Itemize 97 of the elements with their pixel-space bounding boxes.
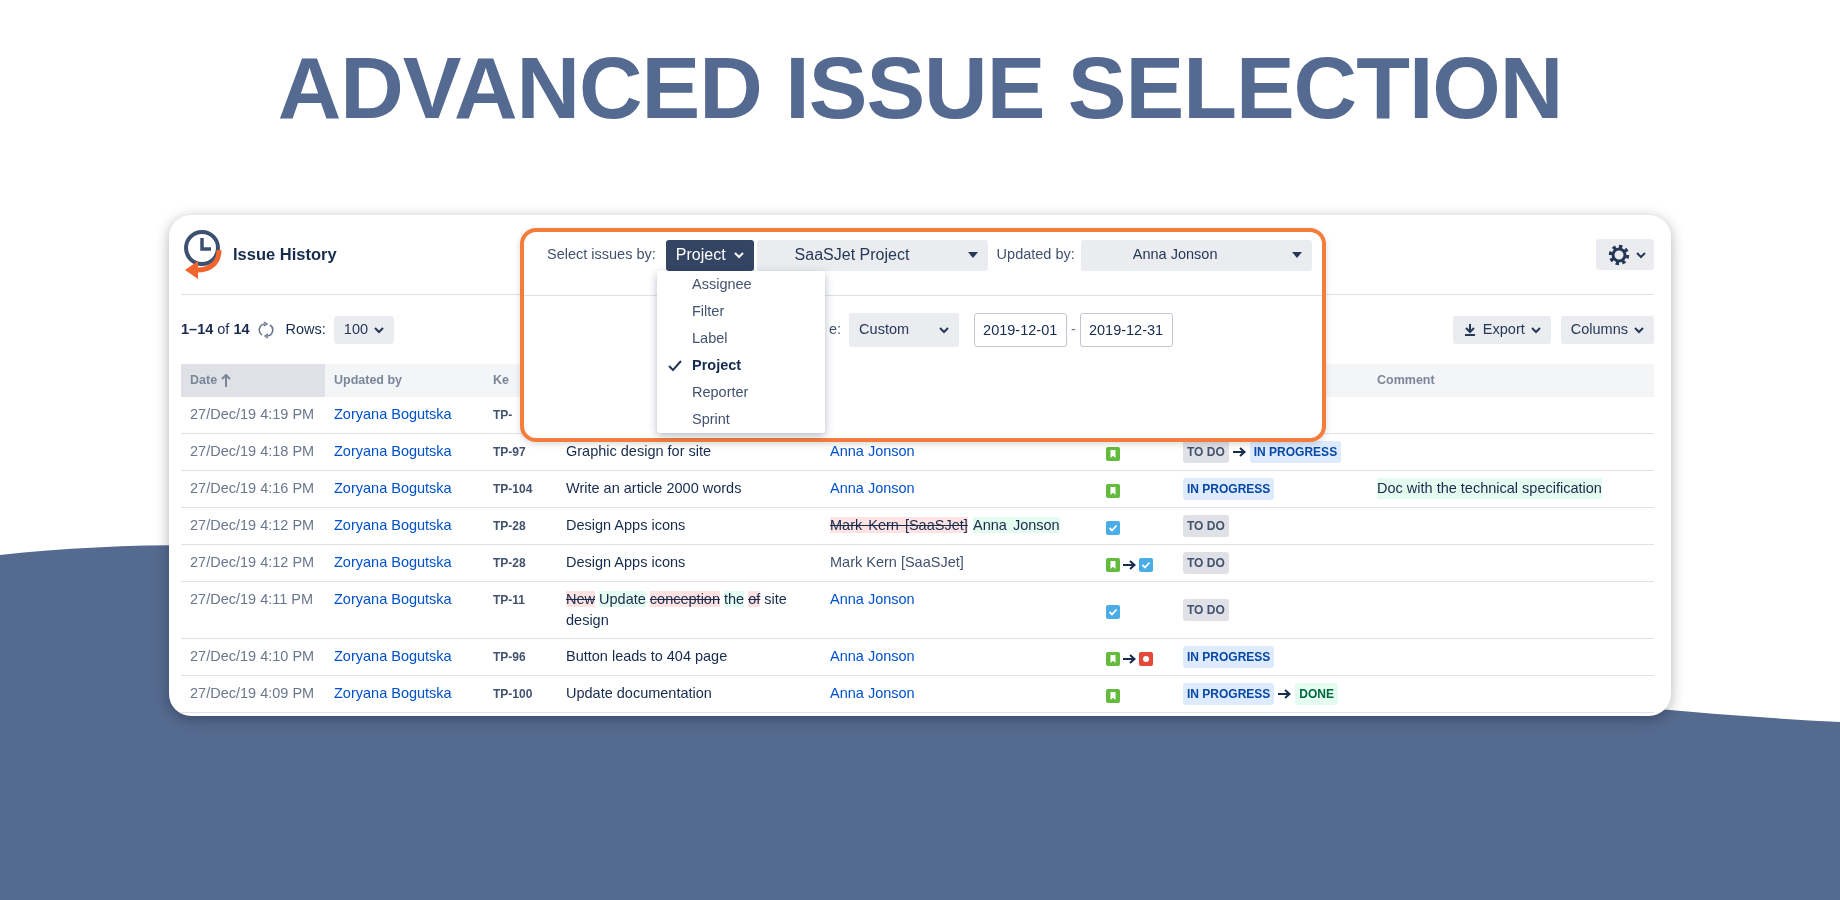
status-lozenge: TO DO: [1183, 441, 1229, 463]
menu-item[interactable]: Assignee: [657, 271, 825, 298]
date-text: 27/Dec/19 4:09 PM: [190, 684, 315, 703]
user-link[interactable]: Zoryana Bogutska: [334, 552, 452, 573]
chevron-down-icon: [1634, 325, 1644, 335]
date-text: 27/Dec/19 4:19 PM: [190, 405, 315, 424]
story-icon: [1106, 558, 1120, 572]
status-lozenge: DONE: [1295, 683, 1339, 705]
menu-item[interactable]: Sprint: [657, 406, 825, 433]
headline: ADVANCED ISSUE SELECTION: [277, 44, 1563, 132]
task-icon: [1106, 521, 1120, 535]
assignee-link[interactable]: Anna Jonson: [830, 646, 915, 667]
sort-arrow-icon: [221, 374, 232, 387]
menu-item[interactable]: Filter: [657, 298, 825, 325]
issue-summary: Graphic design for site: [566, 442, 712, 461]
arrow-icon: [1231, 446, 1247, 458]
caret-icon: [1291, 252, 1302, 258]
date-text: 27/Dec/19 4:18 PM: [190, 442, 315, 461]
date-mode-select[interactable]: Custom: [849, 313, 960, 347]
task-icon: [1106, 605, 1120, 619]
issue-summary: Button leads to 404 page: [566, 647, 728, 666]
chevron-down-icon: [1530, 325, 1541, 335]
date-text: 27/Dec/19 4:16 PM: [190, 479, 315, 498]
story-icon: [1106, 652, 1120, 666]
date-separator: -: [1071, 320, 1076, 340]
columns-button[interactable]: Columns: [1560, 316, 1654, 344]
assignee-link[interactable]: Anna Jonson: [830, 683, 915, 704]
menu-item[interactable]: Reporter: [657, 379, 825, 406]
arrow-icon: [1277, 688, 1293, 700]
user-link[interactable]: Zoryana Bogutska: [334, 646, 452, 667]
issue-key: TP-: [493, 405, 513, 426]
menu-item[interactable]: Project: [657, 352, 825, 379]
chevron-down-icon: [733, 250, 744, 260]
issue-key: TP-104: [493, 479, 533, 500]
refresh-icon[interactable]: [257, 321, 274, 339]
comment-text: Doc with the technical specification: [1377, 478, 1602, 499]
date-to-field[interactable]: 2019-12-31: [1079, 313, 1173, 347]
menu-item[interactable]: Label: [657, 325, 825, 352]
issue-key: TP-96: [493, 647, 526, 668]
assignee-change: Mark Kern [SaaSJet] Anna Jonson: [830, 516, 1060, 535]
story-icon: [1106, 484, 1120, 498]
user-link[interactable]: Zoryana Bogutska: [334, 589, 452, 610]
assignee-name: Mark Kern [SaaSJet]: [830, 553, 964, 572]
issue-summary: Write an article 2000 words: [566, 479, 742, 498]
status-lozenge: IN PROGRESS: [1183, 478, 1275, 500]
issue-summary: Design Apps icons: [566, 516, 686, 535]
issue-summary: New Update conception the of site design: [566, 590, 788, 630]
status-lozenge: TO DO: [1183, 599, 1229, 621]
assignee-link[interactable]: Anna Jonson: [830, 478, 915, 499]
rows-label: Rows:: [285, 320, 326, 340]
date-text: 27/Dec/19 4:12 PM: [190, 516, 315, 535]
rows-select[interactable]: 100: [333, 316, 395, 344]
assignee-link[interactable]: Anna Jonson: [830, 589, 915, 610]
assignee-link[interactable]: Anna Jonson: [830, 441, 915, 462]
settings-icon: [1608, 243, 1630, 266]
user-link[interactable]: Zoryana Bogutska: [334, 683, 452, 704]
date-text: 27/Dec/19 4:11 PM: [190, 590, 314, 609]
date-from-field[interactable]: 2019-12-01: [974, 313, 1068, 347]
issue-key: TP-28: [493, 516, 526, 537]
issue-key: TP-11: [493, 590, 525, 611]
status-lozenge: TO DO: [1183, 552, 1229, 574]
updated-by-select[interactable]: Anna Jonson: [1080, 239, 1312, 271]
settings-button[interactable]: [1596, 239, 1654, 270]
status-lozenge: IN PROGRESS: [1183, 683, 1275, 705]
download-icon: [1462, 323, 1477, 337]
story-icon: [1106, 447, 1120, 461]
user-link[interactable]: Zoryana Bogutska: [334, 515, 452, 536]
user-link[interactable]: Zoryana Bogutska: [334, 441, 452, 462]
issue-key: TP-28: [493, 553, 526, 574]
result-count: 1–14 of 14: [181, 320, 250, 340]
issue-summary: Design Apps icons: [566, 553, 686, 572]
select-by-button[interactable]: Project: [665, 239, 754, 271]
status-lozenge: TO DO: [1183, 515, 1229, 537]
story-icon: [1106, 689, 1120, 703]
export-button[interactable]: Export: [1452, 316, 1551, 344]
arrow-icon: [1122, 559, 1137, 571]
select-label: Select issues by:: [547, 245, 656, 265]
updated-by-label: Updated by:: [996, 245, 1075, 265]
bug-icon: [1139, 652, 1153, 666]
user-link[interactable]: Zoryana Bogutska: [334, 478, 452, 499]
issue-key: TP-97: [493, 442, 526, 463]
project-select[interactable]: SaaSJet Project: [756, 239, 988, 271]
task-icon: [1139, 558, 1153, 572]
chevron-down-icon: [939, 325, 950, 335]
date-text: 27/Dec/19 4:10 PM: [190, 647, 315, 666]
arrow-icon: [1122, 653, 1137, 665]
status-lozenge: IN PROGRESS: [1183, 646, 1275, 668]
issue-key: TP-100: [493, 684, 533, 705]
chevron-down-icon: [374, 325, 385, 335]
chevron-down-icon: [1636, 249, 1646, 260]
status-lozenge: IN PROGRESS: [1249, 441, 1342, 463]
date-text: 27/Dec/19 4:12 PM: [190, 553, 315, 572]
issue-summary: Update documentation: [566, 684, 712, 703]
user-link[interactable]: Zoryana Bogutska: [334, 404, 452, 425]
date-label: e:: [829, 320, 842, 340]
caret-icon: [967, 252, 978, 258]
app-title: Issue History: [233, 244, 337, 266]
